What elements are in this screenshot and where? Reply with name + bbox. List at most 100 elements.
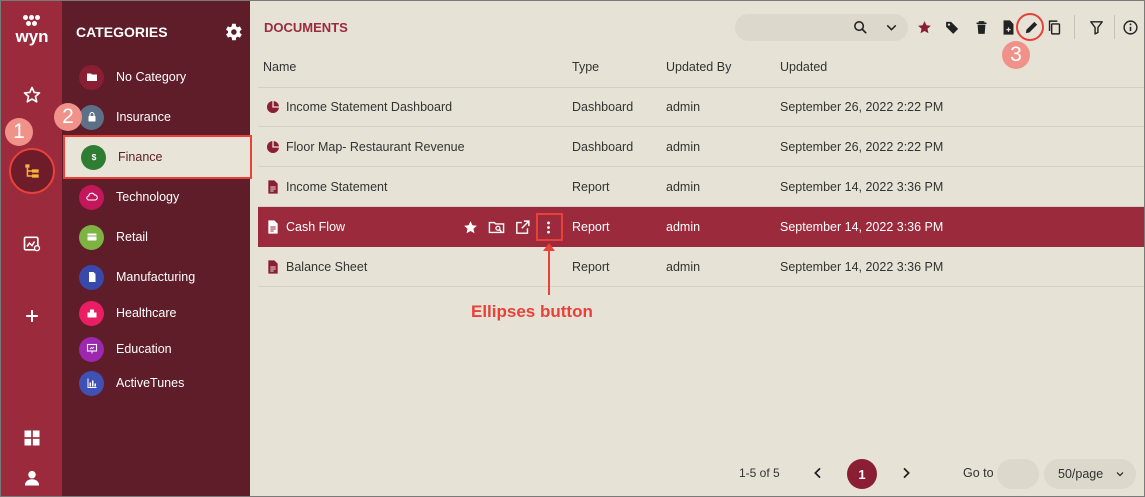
copy-icon xyxy=(1048,19,1060,35)
filter-button[interactable] xyxy=(1084,15,1108,39)
category-label: Education xyxy=(116,342,172,356)
report-icon xyxy=(268,220,278,234)
category-education[interactable]: Education xyxy=(62,331,250,367)
row-updated-by: admin xyxy=(666,100,701,114)
rail-create-button[interactable] xyxy=(11,295,53,337)
categories-settings-button[interactable] xyxy=(222,21,244,43)
current-page-button[interactable]: 1 xyxy=(847,459,877,489)
row-open-button[interactable] xyxy=(510,215,534,239)
category-healthcare[interactable]: Healthcare xyxy=(62,295,250,331)
category-label: Technology xyxy=(116,190,180,204)
table-row[interactable]: Income Statement Dashboard Dashboard adm… xyxy=(258,87,1144,127)
row-updated-by: admin xyxy=(666,180,701,194)
category-label: Healthcare xyxy=(116,306,177,320)
category-label: Insurance xyxy=(116,110,171,124)
report-icon xyxy=(268,260,278,274)
row-updated-by: admin xyxy=(666,140,701,154)
row-name: Balance Sheet xyxy=(286,260,368,274)
category-retail[interactable]: Retail xyxy=(62,219,250,255)
info-icon xyxy=(1122,19,1138,35)
row-name: Cash Flow xyxy=(286,220,346,234)
row-updated: September 26, 2022 2:22 PM xyxy=(780,100,944,114)
gear-icon xyxy=(226,23,242,41)
delete-button[interactable] xyxy=(969,15,993,39)
presentation-icon xyxy=(79,336,104,362)
card-icon xyxy=(79,224,104,250)
info-button[interactable] xyxy=(1118,15,1142,39)
rail-analytics-button[interactable] xyxy=(11,223,53,265)
category-technology[interactable]: Technology xyxy=(62,179,250,215)
row-updated: September 14, 2022 3:36 PM xyxy=(780,180,944,194)
annotation-ellipses-label: Ellipses button xyxy=(471,302,593,321)
table-row[interactable]: Balance Sheet Report admin September 14,… xyxy=(258,247,1144,287)
annotation-box-finance xyxy=(63,135,252,179)
row-name: Income Statement Dashboard xyxy=(286,100,453,114)
rail-account-button[interactable] xyxy=(11,457,53,496)
categories-panel: CATEGORIES No Category Insurance $ Finan… xyxy=(62,1,252,496)
search-button[interactable] xyxy=(848,15,872,39)
documents-title: DOCUMENTS xyxy=(264,20,348,35)
annotation-marker-2: 2 xyxy=(54,103,82,131)
table-row[interactable]: Income Statement Report admin September … xyxy=(258,167,1144,207)
category-label: Manufacturing xyxy=(116,270,196,284)
row-name: Floor Map- Restaurant Revenue xyxy=(286,140,465,154)
table-row[interactable]: Floor Map- Restaurant Revenue Dashboard … xyxy=(258,127,1144,167)
copy-button[interactable] xyxy=(1042,15,1066,39)
row-type: Report xyxy=(572,180,610,194)
filter-icon xyxy=(1089,20,1103,35)
row-type: Dashboard xyxy=(572,100,634,114)
user-icon xyxy=(24,470,40,486)
category-activetunes[interactable]: ActiveTunes xyxy=(62,365,250,401)
nav-rail: wyn xyxy=(1,1,62,496)
category-manufacturing[interactable]: Manufacturing xyxy=(62,259,250,295)
app-window: wyn CATEGORIES No Category Insurance $ F… xyxy=(0,0,1145,497)
table-row-selected[interactable]: Cash Flow Report admin September 14, 202… xyxy=(258,207,1144,247)
category-no-category[interactable]: No Category xyxy=(62,59,250,95)
row-favorite-button[interactable] xyxy=(458,215,482,239)
category-insurance[interactable]: Insurance xyxy=(62,99,250,135)
dashboard-icon xyxy=(267,141,279,153)
chevron-down-icon xyxy=(886,24,896,31)
bar-chart-icon xyxy=(79,370,104,396)
annotation-marker-1: 1 xyxy=(5,118,33,146)
rail-dashboard-button[interactable] xyxy=(11,417,53,459)
favorites-filter-button[interactable] xyxy=(912,15,936,39)
pagination-range: 1-5 of 5 xyxy=(739,466,780,480)
wyn-logo: wyn xyxy=(11,15,53,49)
grid-icon xyxy=(24,430,40,446)
annotation-circle-documents xyxy=(9,148,55,194)
file-export-icon xyxy=(1003,19,1013,35)
toolbar-separator xyxy=(1114,15,1115,39)
document-icon xyxy=(79,264,104,290)
cloud-icon xyxy=(79,184,104,210)
goto-page-input[interactable] xyxy=(997,459,1039,489)
row-name: Income Statement xyxy=(286,180,388,194)
open-external-icon xyxy=(515,219,530,234)
chevron-right-icon xyxy=(903,467,910,479)
row-updated-by: admin xyxy=(666,260,701,274)
annotation-marker-3: 3 xyxy=(1002,41,1030,69)
category-label: No Category xyxy=(116,70,187,84)
annotation-circle-edit xyxy=(1016,13,1044,41)
star-icon xyxy=(917,20,931,33)
next-page-button[interactable] xyxy=(893,460,919,486)
category-label: ActiveTunes xyxy=(116,376,185,390)
category-label: Retail xyxy=(116,230,148,244)
row-updated: September 26, 2022 2:22 PM xyxy=(780,140,944,154)
row-type: Dashboard xyxy=(572,140,634,154)
analytics-icon xyxy=(23,236,41,252)
tag-button[interactable] xyxy=(940,15,964,39)
star-icon xyxy=(23,86,41,103)
annotation-arrow-icon xyxy=(543,243,555,295)
goto-label: Go to xyxy=(963,466,994,480)
search-options-dropdown[interactable] xyxy=(879,15,903,39)
rail-favorites-button[interactable] xyxy=(11,74,53,116)
folder-search-icon xyxy=(488,221,504,233)
row-locate-button[interactable] xyxy=(484,215,508,239)
row-type: Report xyxy=(572,220,610,234)
documents-panel: DOCUMENTS Name Type Updated By Updated I… xyxy=(250,1,1144,496)
previous-page-button[interactable] xyxy=(805,460,831,486)
search-icon xyxy=(853,20,867,34)
page-size-select[interactable]: 50/page xyxy=(1044,459,1136,489)
report-icon xyxy=(268,180,278,194)
